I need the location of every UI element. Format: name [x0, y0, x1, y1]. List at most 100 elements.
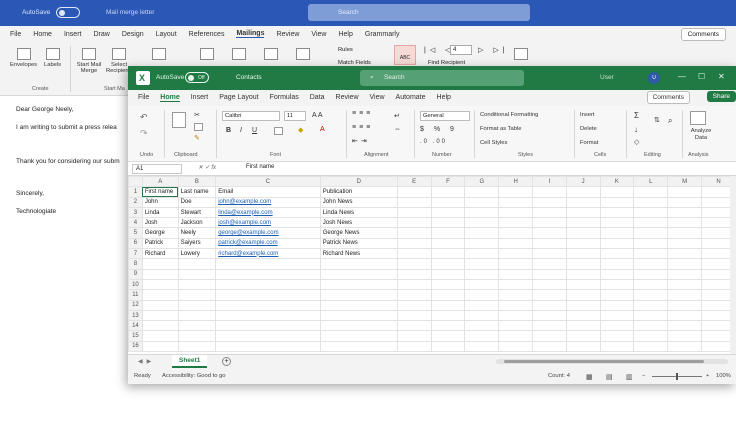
row-header[interactable]: 7: [128, 248, 143, 260]
cell[interactable]: [319, 340, 398, 353]
cell[interactable]: [430, 299, 466, 311]
row-header[interactable]: 12: [128, 299, 143, 311]
excel-menu-insert[interactable]: Insert: [191, 94, 209, 102]
cell[interactable]: [215, 278, 321, 291]
merge-center-icon[interactable]: ⇔: [394, 126, 401, 133]
column-header[interactable]: F: [430, 176, 466, 188]
row-header[interactable]: 4: [128, 217, 143, 229]
excel-search-input[interactable]: ⌕ Search: [360, 70, 524, 86]
cell[interactable]: [498, 289, 534, 301]
cell[interactable]: [464, 299, 500, 311]
word-menu-insert[interactable]: Insert: [64, 31, 82, 38]
word-menu-grammarly[interactable]: Grammarly: [365, 31, 400, 38]
cell[interactable]: Linda News: [319, 206, 398, 219]
cell[interactable]: [141, 299, 179, 311]
insert-cells-button[interactable]: Insert: [580, 112, 595, 118]
cell[interactable]: [565, 196, 601, 208]
word-menu-mailings[interactable]: Mailings: [236, 30, 265, 38]
cell[interactable]: [667, 248, 703, 260]
cell[interactable]: [215, 258, 321, 270]
cell[interactable]: [565, 299, 601, 311]
fill-icon[interactable]: ↓: [634, 125, 638, 134]
cell[interactable]: [565, 186, 601, 198]
cell[interactable]: [430, 340, 466, 353]
cell[interactable]: [498, 248, 534, 260]
cut-icon[interactable]: ✂: [194, 111, 200, 119]
cell[interactable]: [565, 227, 601, 239]
cell[interactable]: [319, 278, 398, 291]
cell[interactable]: [532, 196, 567, 208]
cell[interactable]: Stewart: [177, 206, 217, 219]
cell[interactable]: [498, 330, 534, 342]
cell[interactable]: [215, 289, 321, 301]
sheet-tab[interactable]: Sheet1: [172, 355, 208, 368]
cell[interactable]: [141, 330, 179, 342]
underline-button[interactable]: U: [252, 127, 257, 134]
cell[interactable]: [532, 206, 567, 219]
cell[interactable]: [565, 309, 601, 322]
cell[interactable]: [141, 278, 179, 291]
row-header[interactable]: 6: [128, 237, 143, 250]
cell[interactable]: [396, 268, 432, 280]
borders-icon[interactable]: [274, 127, 283, 135]
cell[interactable]: [396, 330, 432, 342]
cell[interactable]: [599, 299, 635, 311]
excel-menu-home[interactable]: Home: [160, 94, 180, 102]
format-as-table-button[interactable]: Format as Table: [480, 126, 521, 132]
wrap-text-icon[interactable]: ↵: [394, 112, 400, 120]
cell[interactable]: [319, 299, 398, 311]
cell[interactable]: Josh: [141, 217, 179, 229]
indent-icons[interactable]: ⇤⇥: [352, 137, 370, 145]
format-cells-button[interactable]: Format: [580, 140, 598, 146]
find-select-icon[interactable]: ⌕: [668, 116, 672, 126]
cell[interactable]: george@example.com: [215, 227, 321, 239]
word-search-input[interactable]: Search: [308, 4, 530, 21]
word-menu-file[interactable]: File: [10, 31, 21, 38]
cell[interactable]: [599, 258, 635, 270]
analyze-data-button[interactable]: Analyze Data: [686, 128, 716, 142]
excel-comments-button[interactable]: Comments: [646, 91, 690, 104]
cell[interactable]: [667, 278, 703, 291]
cell[interactable]: [532, 258, 567, 270]
cell[interactable]: [430, 258, 466, 270]
cell[interactable]: [430, 206, 466, 219]
cell[interactable]: [430, 237, 466, 250]
cell[interactable]: Saiyers: [177, 237, 217, 250]
cell[interactable]: [464, 258, 500, 270]
cell-styles-button[interactable]: Cell Styles: [480, 140, 507, 146]
cell[interactable]: [464, 196, 500, 208]
cell[interactable]: [396, 248, 432, 260]
highlight-fields-button[interactable]: [200, 48, 214, 62]
rules-button[interactable]: Rules: [338, 47, 353, 53]
cell[interactable]: [215, 330, 321, 342]
cell[interactable]: [430, 186, 466, 198]
cell[interactable]: Patrick News: [319, 237, 398, 250]
cell[interactable]: [498, 320, 534, 332]
cell[interactable]: josh@example.com: [215, 217, 321, 229]
column-header[interactable]: B: [177, 176, 217, 188]
cell[interactable]: [464, 320, 500, 332]
cell[interactable]: [633, 289, 669, 301]
cell[interactable]: [319, 268, 398, 280]
cell-table[interactable]: A B C D E F G H I J K L M N 1 First name Last name Email P…: [128, 176, 736, 353]
cell[interactable]: Linda: [141, 206, 179, 219]
cell[interactable]: Lowery: [177, 248, 217, 260]
cell[interactable]: [565, 289, 601, 301]
cell[interactable]: [215, 340, 321, 353]
cell[interactable]: [430, 330, 466, 342]
conditional-formatting-button[interactable]: Conditional Formatting: [480, 112, 538, 118]
word-menu-layout[interactable]: Layout: [156, 31, 177, 38]
normal-view-icon[interactable]: ▦: [586, 373, 593, 381]
cell[interactable]: [532, 278, 567, 291]
cell[interactable]: [667, 227, 703, 239]
sort-filter-icon[interactable]: ⇅: [654, 116, 660, 124]
font-size-select[interactable]: 11: [284, 111, 306, 121]
cell[interactable]: [464, 268, 500, 280]
paste-icon[interactable]: [172, 112, 186, 128]
zoom-out-icon[interactable]: −: [642, 373, 645, 379]
cell[interactable]: [599, 278, 635, 291]
column-header[interactable]: L: [633, 176, 669, 188]
cell[interactable]: [633, 248, 669, 260]
word-autosave-toggle[interactable]: [56, 7, 80, 18]
cell[interactable]: [430, 278, 466, 291]
